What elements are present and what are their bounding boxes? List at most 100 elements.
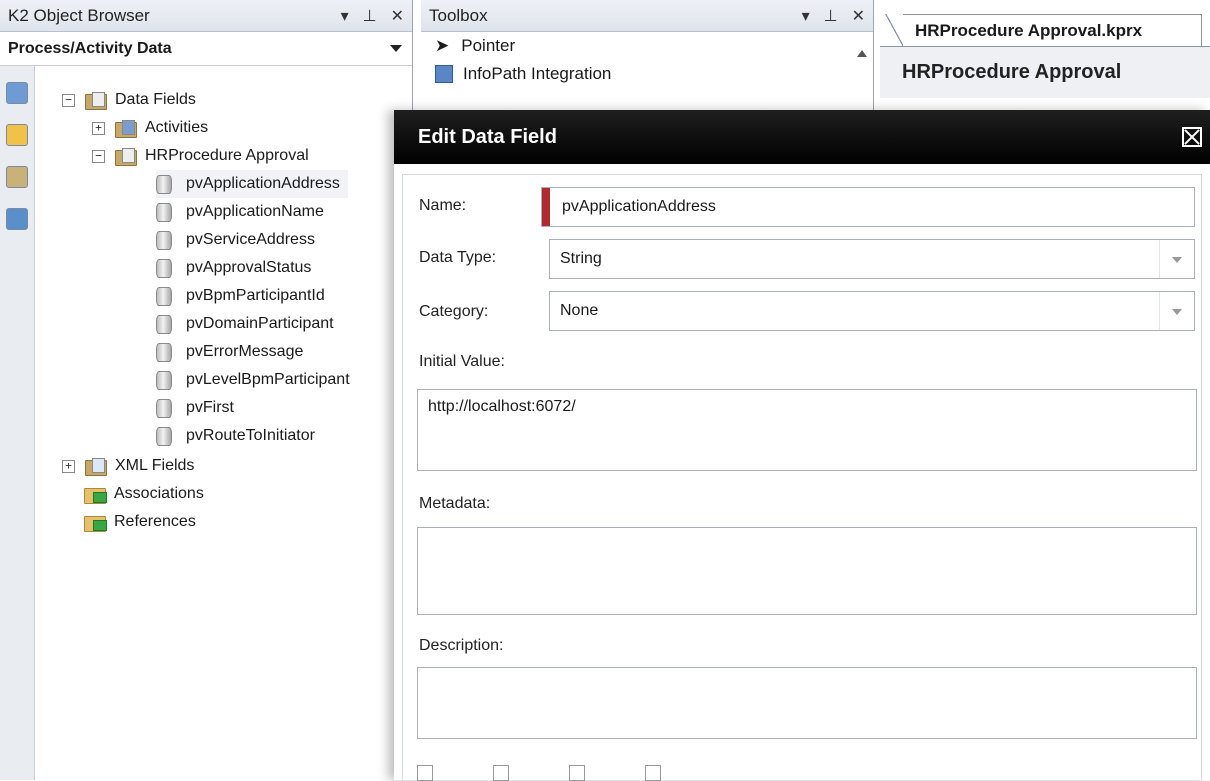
option-checkbox[interactable] bbox=[493, 765, 509, 781]
chevron-down-icon[interactable] bbox=[1159, 240, 1194, 278]
tree-label: HRProcedure Approval bbox=[145, 147, 309, 164]
edit-data-field-dialog: Edit Data Field Name: pvApplicationAddre… bbox=[394, 110, 1210, 781]
field-label: pvErrorMessage bbox=[186, 343, 304, 360]
tree-item-field[interactable]: pvApprovalStatus bbox=[156, 254, 311, 282]
field-label: pvApplicationName bbox=[186, 203, 324, 220]
description-label: Description: bbox=[419, 637, 504, 654]
workspace-tab-icon[interactable] bbox=[6, 124, 28, 146]
name-label: Name: bbox=[419, 197, 467, 214]
field-label: pvApplicationAddress bbox=[186, 175, 340, 192]
chevron-down-icon[interactable] bbox=[1159, 292, 1194, 330]
view-selector[interactable]: Process/Activity Data bbox=[0, 32, 412, 66]
tree-label: XML Fields bbox=[115, 457, 195, 474]
side-tab-strip bbox=[0, 66, 35, 780]
chevron-down-icon[interactable] bbox=[390, 45, 402, 52]
pointer-icon: ➤ bbox=[435, 36, 450, 55]
data-type-value: String bbox=[560, 250, 602, 267]
tree-node-process[interactable]: − HRProcedure Approval bbox=[92, 142, 309, 170]
data-field-icon bbox=[156, 397, 172, 419]
tree-item-field[interactable]: pvServiceAddress bbox=[156, 226, 315, 254]
object-browser-title: K2 Object Browser bbox=[8, 5, 150, 25]
data-field-icon bbox=[156, 369, 172, 391]
close-icon[interactable]: ✕ bbox=[852, 6, 865, 26]
document-tab[interactable]: HRProcedure Approval.kprx bbox=[885, 14, 1202, 47]
description-field[interactable] bbox=[417, 667, 1197, 739]
tree-node-xml-fields[interactable]: + XML Fields bbox=[62, 452, 194, 480]
field-label: pvFirst bbox=[186, 399, 234, 416]
infopath-icon bbox=[435, 65, 453, 83]
dropdown-icon[interactable]: ▾ bbox=[341, 6, 349, 26]
field-label: pvRouteToInitiator bbox=[186, 427, 315, 444]
tree-item-field[interactable]: pvApplicationName bbox=[156, 198, 324, 226]
field-label: pvApprovalStatus bbox=[186, 259, 312, 276]
tree-node-activities[interactable]: + Activities bbox=[92, 114, 208, 142]
initial-value-field[interactable]: http://localhost:6072/ bbox=[417, 389, 1197, 471]
toolbox-item-label: Pointer bbox=[461, 36, 516, 55]
tree-label: Associations bbox=[114, 485, 204, 502]
collapse-icon[interactable]: − bbox=[92, 149, 105, 163]
category-value: None bbox=[560, 302, 599, 319]
field-label: pvLevelBpmParticipant bbox=[186, 371, 350, 388]
data-field-icon bbox=[156, 285, 172, 307]
toolbox-item-label: InfoPath Integration bbox=[463, 64, 612, 83]
scroll-up-icon[interactable] bbox=[857, 50, 867, 57]
process-data-tab-icon[interactable] bbox=[6, 166, 28, 188]
tree-item-field[interactable]: pvDomainParticipant bbox=[156, 310, 334, 338]
tree-item-field[interactable]: pvBpmParticipantId bbox=[156, 282, 325, 310]
folder-icon bbox=[115, 148, 137, 166]
tree-item-field[interactable]: pvFirst bbox=[156, 394, 234, 422]
folder-icon bbox=[85, 92, 107, 110]
tree-label: References bbox=[114, 513, 196, 530]
close-icon[interactable]: ✕ bbox=[391, 6, 404, 26]
environment-tab-icon[interactable] bbox=[6, 82, 28, 104]
name-field[interactable]: pvApplicationAddress bbox=[541, 187, 1195, 227]
data-field-icon bbox=[156, 341, 172, 363]
toolbox-title: Toolbox bbox=[429, 5, 488, 25]
user-browser-tab-icon[interactable] bbox=[6, 208, 28, 230]
toolbox-item-infopath[interactable]: InfoPath Integration bbox=[421, 60, 873, 88]
data-field-icon bbox=[156, 229, 172, 251]
tree-item-field[interactable]: pvLevelBpmParticipant bbox=[156, 366, 350, 394]
dialog-titlebar: Edit Data Field bbox=[394, 110, 1210, 164]
data-field-icon bbox=[156, 201, 172, 223]
option-checkbox[interactable] bbox=[417, 765, 433, 781]
data-field-icon bbox=[156, 313, 172, 335]
field-label: pvServiceAddress bbox=[186, 231, 315, 248]
expand-icon[interactable]: + bbox=[62, 459, 75, 473]
tree-label: Activities bbox=[145, 119, 209, 136]
close-icon[interactable] bbox=[1182, 127, 1202, 147]
tree-node-associations[interactable]: Associations bbox=[84, 480, 204, 508]
data-field-icon bbox=[156, 257, 172, 279]
folder-icon bbox=[115, 120, 137, 138]
field-label: pvDomainParticipant bbox=[186, 315, 334, 332]
data-type-select[interactable]: String bbox=[549, 239, 1195, 279]
option-checkbox[interactable] bbox=[569, 765, 585, 781]
metadata-field[interactable] bbox=[417, 527, 1197, 615]
tree-node-references[interactable]: References bbox=[84, 508, 196, 536]
initial-value-label: Initial Value: bbox=[419, 353, 505, 370]
tree-item-field[interactable]: pvRouteToInitiator bbox=[156, 422, 315, 450]
metadata-label: Metadata: bbox=[419, 495, 491, 512]
folder-icon bbox=[85, 458, 107, 476]
options-checkbox-row bbox=[417, 765, 661, 781]
field-label: pvBpmParticipantId bbox=[186, 287, 325, 304]
expand-icon[interactable]: + bbox=[92, 121, 105, 135]
tree-item-field[interactable]: pvErrorMessage bbox=[156, 338, 303, 366]
tree-node-data-fields[interactable]: − Data Fields bbox=[62, 86, 196, 114]
data-type-label: Data Type: bbox=[419, 249, 497, 266]
dialog-title: Edit Data Field bbox=[418, 125, 557, 148]
object-browser-titlebar: K2 Object Browser ▾ ⊥ ✕ bbox=[0, 0, 412, 32]
tree-item-field[interactable]: pvApplicationAddress bbox=[156, 170, 348, 198]
pin-icon[interactable]: ⊥ bbox=[824, 6, 838, 26]
toolbox-item-pointer[interactable]: ➤ Pointer bbox=[421, 32, 873, 60]
collapse-icon[interactable]: − bbox=[62, 93, 75, 107]
tree-label: Data Fields bbox=[115, 91, 196, 108]
folder-icon bbox=[84, 514, 107, 532]
name-value: pvApplicationAddress bbox=[562, 198, 716, 215]
object-browser-pane: K2 Object Browser ▾ ⊥ ✕ Process/Activity… bbox=[0, 0, 413, 780]
dropdown-icon[interactable]: ▾ bbox=[802, 6, 810, 26]
pin-icon[interactable]: ⊥ bbox=[363, 6, 377, 26]
option-checkbox[interactable] bbox=[645, 765, 661, 781]
data-field-icon bbox=[156, 425, 172, 447]
category-select[interactable]: None bbox=[549, 291, 1195, 331]
